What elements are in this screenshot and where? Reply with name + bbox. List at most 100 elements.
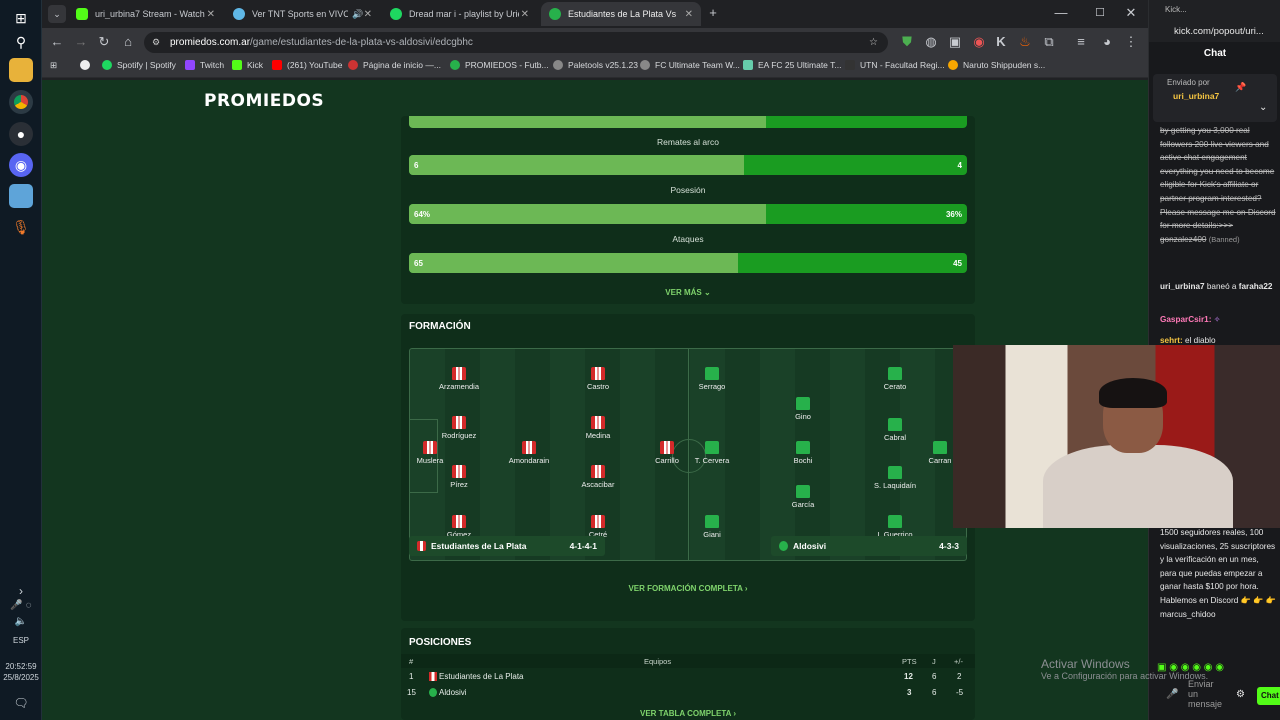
audio-playing-icon[interactable]: 🔊 [352, 9, 363, 20]
tab-search-button[interactable]: ⌄ [48, 5, 66, 23]
tab-kick-stream[interactable]: uri_urbina7 Stream - Watch Live ✕ [68, 2, 223, 26]
aldosivi-crest-icon [779, 541, 788, 551]
tab-promiedos-match[interactable]: Estudiantes de La Plata Vs Aldosivi ✕ [541, 2, 701, 26]
clock-date[interactable]: 25/8/2025 [0, 673, 42, 682]
player-away[interactable]: Giani [677, 515, 747, 539]
table-row[interactable]: 1 Estudiantes de La Plata 12 6 2 [401, 669, 975, 685]
chevron-down-icon[interactable]: ⌄ [1259, 102, 1267, 113]
back-button[interactable]: ← [48, 33, 66, 51]
show-hidden-icons[interactable]: › [0, 584, 42, 598]
player-home[interactable]: Arzamendia [424, 367, 494, 391]
pinned-message[interactable]: Enviado por uri_urbina7 📌 ⌄ [1153, 74, 1277, 122]
extension-globe-icon[interactable]: ◍ [922, 33, 940, 51]
url-domain: promiedos.com.ar [170, 37, 251, 48]
windows-taskbar: ⊞ ⚲ ● ◉ 🎙 › 🎤 ◌ 🔈 ESP 20:52:59 25/8/2025… [0, 0, 42, 720]
tab-tnt-sports[interactable]: Ver TNT Sports en VIVO Online 🔊 ✕ [225, 2, 380, 26]
player-away[interactable]: García [768, 485, 838, 509]
reload-button[interactable]: ↻ [95, 33, 113, 51]
extension-badge-icon[interactable]: ◉ [970, 33, 988, 51]
bookmark-spotify[interactable]: Spotify | Spotify [102, 60, 176, 70]
bookmark-kick[interactable]: Kick [232, 60, 263, 70]
new-tab-button[interactable]: + [704, 4, 722, 22]
notifications-icon[interactable]: 🗨 [0, 696, 42, 710]
bookmark-naruto[interactable]: Naruto Shippuden s... [948, 60, 1045, 70]
close-window-button[interactable]: ✕ [1122, 4, 1140, 22]
tab-spotify-playlist[interactable]: Dread mar i - playlist by UrielUrb ✕ [382, 2, 537, 26]
promiedos-logo[interactable]: PROMIEDOS [204, 91, 324, 111]
ver-formacion-completa-link[interactable]: VER FORMACIÓN COMPLETA › [401, 584, 975, 593]
forward-button[interactable]: → [72, 33, 90, 51]
maximize-button[interactable]: ☐ [1091, 4, 1109, 22]
home-team-formation[interactable]: Estudiantes de La Plata 4-1-4-1 [409, 536, 605, 556]
chrome-icon[interactable] [9, 90, 33, 114]
bookmark-utn[interactable]: UTN - Facultad Regi... [845, 60, 945, 70]
obs-icon[interactable]: ● [9, 122, 33, 146]
site-info-icon[interactable]: ⚙ [152, 37, 160, 48]
player-home[interactable]: Rodríguez [424, 416, 494, 440]
extensions-puzzle-icon[interactable]: ⧉ [1040, 33, 1058, 51]
player-home[interactable]: Medina [563, 416, 633, 440]
ver-mas-link[interactable]: VER MÁS ⌄ [401, 288, 975, 297]
home-button[interactable]: ⌂ [119, 33, 137, 51]
player-away[interactable]: Gino [768, 397, 838, 421]
stat-bar: 64% 36% [409, 204, 967, 224]
extension-k-icon[interactable]: K [992, 33, 1010, 51]
extension-fire-icon[interactable]: ♨ [1016, 33, 1034, 51]
stat-home-value: 64% [414, 209, 431, 219]
player-away[interactable]: T. Cervera [677, 441, 747, 465]
language-indicator[interactable]: ESP [0, 636, 42, 645]
player-home[interactable]: Ascacibar [563, 465, 633, 489]
microphone-app-icon[interactable]: 🎙 [9, 215, 33, 239]
bookmark-label: EA FC 25 Ultimate T... [758, 60, 842, 70]
more-menu-icon[interactable]: ⋮ [1122, 33, 1140, 51]
formation-card: FORMACIÓN Arzamendia Rodríguez Muslera P… [401, 314, 975, 621]
notepad-icon[interactable] [9, 184, 33, 208]
bookmark-twitch[interactable]: Twitch [185, 60, 224, 70]
file-explorer-icon[interactable] [9, 58, 33, 82]
volume-icon[interactable]: 🔈 [0, 616, 42, 627]
windows-start-icon[interactable]: ⊞ [9, 6, 33, 30]
bookmark-ea-fc[interactable]: EA FC 25 Ultimate T... [743, 60, 841, 70]
bookmark-inicio[interactable]: Página de inicio —... [348, 60, 441, 70]
address-bar[interactable]: ⚙ promiedos.com.ar/game/estudiantes-de-l… [144, 32, 888, 53]
kick-favicon-icon [76, 8, 88, 20]
bookmark-promiedos[interactable]: PROMIEDOS - Futb... [450, 60, 549, 70]
bookmark-github[interactable] [80, 60, 95, 70]
chat-url-bar[interactable]: kick.com/popout/uri... [1149, 22, 1280, 42]
pin-icon[interactable]: 📌 [1235, 82, 1246, 93]
extension-shield-icon[interactable]: ⛊ [898, 33, 916, 51]
stat-label: Posesión [670, 185, 706, 195]
bookmark-paletools[interactable]: Paletools v25.1.23 [553, 60, 638, 70]
extension-screen-icon[interactable]: ▣ [946, 33, 964, 51]
bookmark-fc-ultimate[interactable]: FC Ultimate Team W... [640, 60, 740, 70]
player-away[interactable]: Serrago [677, 367, 747, 391]
media-controls-icon[interactable]: ≡ [1072, 33, 1090, 51]
player-away[interactable]: Cabral [860, 418, 930, 442]
player-away[interactable]: Bochi [768, 441, 838, 465]
close-icon[interactable]: ✕ [521, 9, 529, 20]
player-away[interactable]: S. Laquidaín [860, 466, 930, 490]
mic-status-icon[interactable]: 🎤 ◌ [0, 600, 42, 611]
search-icon[interactable]: ⚲ [9, 30, 33, 54]
stat-label: Remates al arco [657, 137, 719, 147]
close-icon[interactable]: ✕ [364, 9, 372, 20]
player-home[interactable]: Muslera [410, 441, 465, 465]
tab-strip: ⌄ uri_urbina7 Stream - Watch Live ✕ Ver … [42, 0, 1148, 28]
discord-icon[interactable]: ◉ [9, 153, 33, 177]
player-away[interactable]: Cerato [860, 367, 930, 391]
chat-input[interactable]: 🎤 Enviar un mensaje [1152, 679, 1276, 710]
close-icon[interactable]: ✕ [685, 9, 693, 20]
away-team-formation[interactable]: Aldosivi 4-3-3 [771, 536, 967, 556]
table-row[interactable]: 15 Aldosivi 3 6 -5 [401, 685, 975, 701]
player-home[interactable]: Castro [563, 367, 633, 391]
profile-avatar-icon[interactable]: ◕ [1098, 33, 1116, 51]
minimize-button[interactable]: — [1052, 4, 1070, 22]
bookmark-youtube[interactable]: (261) YouTube [272, 60, 342, 70]
clock-time[interactable]: 20:52:59 [0, 662, 42, 671]
close-icon[interactable]: ✕ [207, 9, 215, 20]
apps-grid-icon[interactable]: ⊞ [50, 60, 57, 71]
bookmark-star-icon[interactable]: ☆ [869, 37, 878, 48]
ver-tabla-completa-link[interactable]: VER TABLA COMPLETA › [401, 709, 975, 718]
player-home[interactable]: Amondarain [494, 441, 564, 465]
player-home[interactable]: Pírez [424, 465, 494, 489]
